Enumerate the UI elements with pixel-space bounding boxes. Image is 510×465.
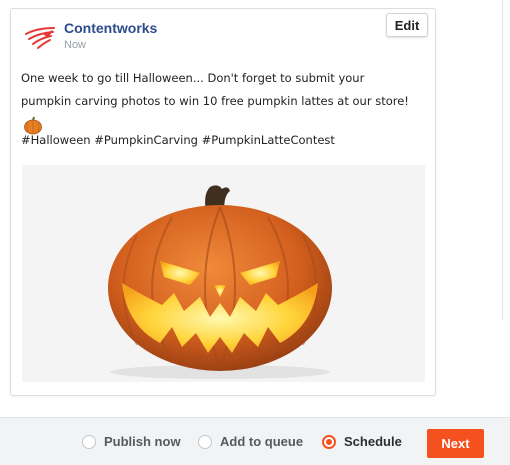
add-to-queue-radio[interactable] <box>198 434 212 449</box>
jack-o-lantern-image <box>108 185 332 379</box>
post-hashtags: #Halloween #PumpkinCarving #PumpkinLatte… <box>21 133 335 147</box>
scrollbar[interactable] <box>502 0 510 320</box>
publish-options-bar: Publish now Add to queue Schedule Next <box>0 417 510 465</box>
publish-now-option[interactable]: Publish now <box>82 434 181 449</box>
schedule-label: Schedule <box>344 434 402 449</box>
schedule-option[interactable]: Schedule <box>322 434 402 449</box>
schedule-radio[interactable] <box>322 434 336 449</box>
add-to-queue-option[interactable]: Add to queue <box>198 434 303 449</box>
post-text: One week to go till Halloween... Don't f… <box>21 71 409 108</box>
next-button[interactable]: Next <box>427 429 484 458</box>
publish-now-radio[interactable] <box>82 434 96 449</box>
post-timestamp: Now <box>64 39 87 51</box>
publish-now-label: Publish now <box>104 434 181 449</box>
post-body: One week to go till Halloween... Don't f… <box>21 67 413 136</box>
post-preview-card: Contentworks Now Edit One week to go til… <box>10 8 436 396</box>
brand-name: Contentworks <box>64 20 158 36</box>
post-image <box>22 165 425 382</box>
add-to-queue-label: Add to queue <box>220 434 304 449</box>
pumpkin-emoji-icon <box>24 116 42 134</box>
contentworks-logo <box>25 27 55 49</box>
edit-button[interactable]: Edit <box>386 13 428 37</box>
